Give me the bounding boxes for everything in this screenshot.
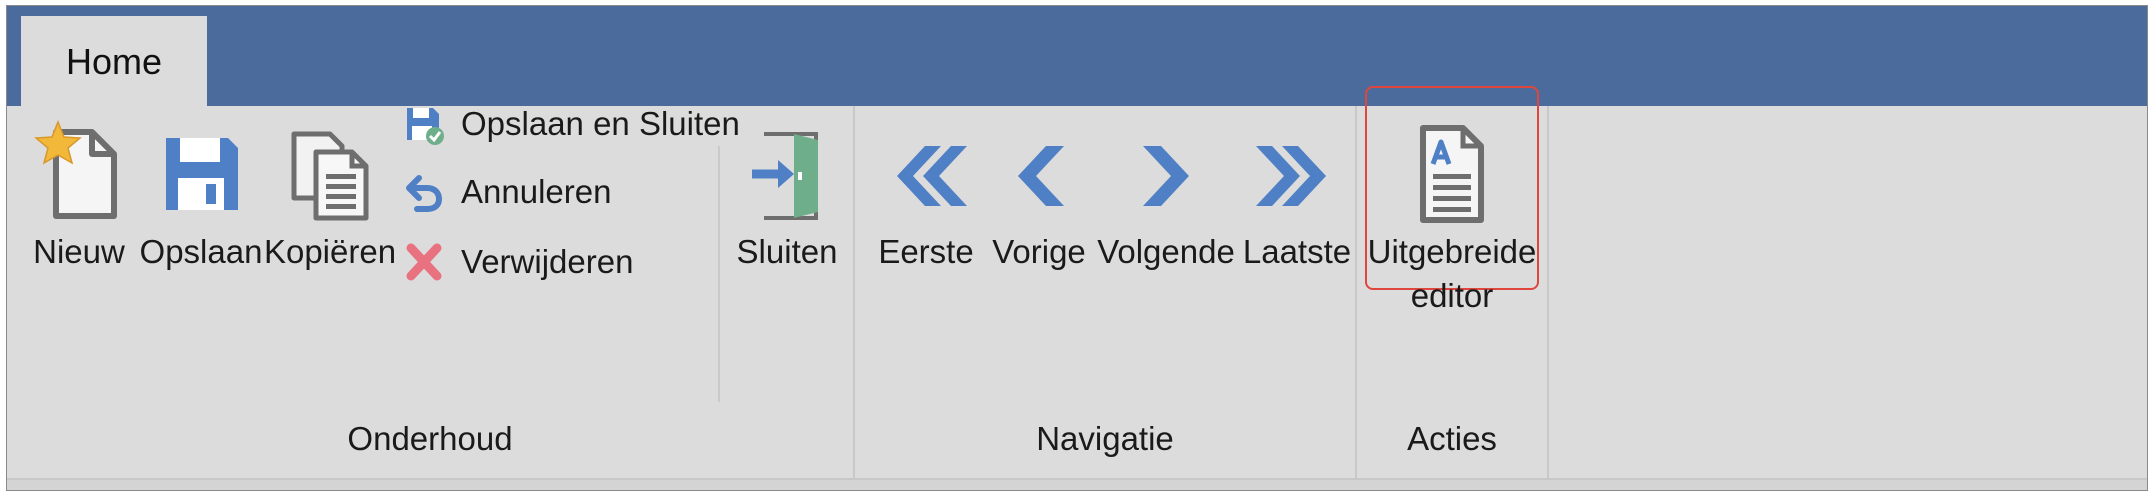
delete-label: Verwijderen xyxy=(461,243,634,280)
first-button-label: Eerste xyxy=(878,233,974,270)
tab-home[interactable]: Home xyxy=(21,16,207,108)
ribbon-window: Home Nieuw Opslaan Kopiëren Opslaan en S… xyxy=(6,5,2148,491)
first-double-chevron-left-icon xyxy=(897,146,967,206)
delete-button[interactable]: Verwijderen xyxy=(403,234,633,290)
copy-button-label: Kopiëren xyxy=(263,233,397,270)
next-button[interactable]: Volgende xyxy=(1097,120,1235,274)
group-label-acties: Acties xyxy=(1407,420,1497,457)
last-button[interactable]: Laatste xyxy=(1239,120,1355,274)
last-double-chevron-right-icon xyxy=(1256,146,1326,206)
save-close-icon xyxy=(407,108,444,145)
next-button-label: Volgende xyxy=(1097,233,1235,270)
group-label-onderhoud: Onderhoud xyxy=(347,420,513,457)
text-document-icon xyxy=(1420,125,1484,223)
save-button[interactable]: Opslaan xyxy=(139,120,263,274)
close-button[interactable]: Sluiten xyxy=(731,120,843,274)
new-button-label: Nieuw xyxy=(33,233,125,270)
copy-document-icon xyxy=(291,131,369,221)
copy-button[interactable]: Kopiëren xyxy=(263,120,397,274)
ribbon-bottom-edge xyxy=(7,478,2147,490)
cancel-label: Annuleren xyxy=(461,173,612,210)
tab-home-label: Home xyxy=(65,41,163,82)
next-chevron-right-icon xyxy=(1143,146,1189,206)
first-button[interactable]: Eerste xyxy=(873,120,979,274)
group-label-navigatie: Navigatie xyxy=(1036,420,1174,457)
new-document-star-icon xyxy=(34,120,117,219)
new-button[interactable]: Nieuw xyxy=(21,120,137,274)
extended-editor-label-line1: Uitgebreide xyxy=(1367,233,1537,270)
separator-acties xyxy=(1547,106,1549,478)
last-button-label: Laatste xyxy=(1242,233,1352,270)
extended-editor-button[interactable]: Uitgebreide editor xyxy=(1367,120,1537,318)
cancel-button[interactable]: Annuleren xyxy=(403,164,611,220)
save-floppy-icon xyxy=(166,138,238,210)
delete-x-icon xyxy=(406,243,442,281)
save-and-close-button[interactable]: Opslaan en Sluiten xyxy=(403,96,740,152)
tab-bar: Home xyxy=(7,6,2147,108)
previous-chevron-left-icon xyxy=(1018,146,1064,206)
save-button-label: Opslaan xyxy=(139,233,263,270)
exit-door-icon xyxy=(752,132,818,220)
extended-editor-label-line2: editor xyxy=(1410,277,1494,314)
previous-button-label: Vorige xyxy=(992,233,1086,270)
separator-onderhoud-inner xyxy=(718,146,720,402)
ribbon-panel: Nieuw Opslaan Kopiëren Opslaan en Sluite… xyxy=(7,86,2147,478)
undo-arrow-icon xyxy=(406,175,443,212)
save-and-close-label: Opslaan en Sluiten xyxy=(461,105,740,142)
previous-button[interactable]: Vorige xyxy=(987,120,1091,274)
close-button-label: Sluiten xyxy=(736,233,838,270)
